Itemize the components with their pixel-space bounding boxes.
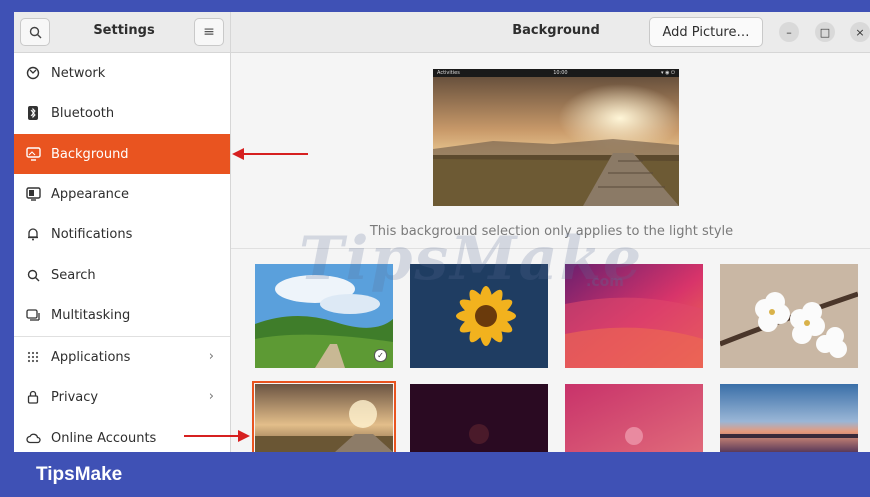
- background-preview: Activities 10:00 ▾ ◉ ⏻: [433, 69, 679, 206]
- bluetooth-icon: [25, 105, 41, 121]
- close-icon: ×: [855, 25, 865, 39]
- wallpaper-image-light-jellyfish: [565, 384, 703, 452]
- footer-banner: TipsMake: [0, 452, 870, 497]
- selected-check-icon: ✓: [374, 349, 387, 362]
- preview-topbar-clock: 10:00: [553, 70, 568, 76]
- wallpaper-image-blossom: [720, 264, 858, 368]
- close-button[interactable]: ×: [850, 22, 870, 42]
- sidebar-item-background[interactable]: Background: [14, 134, 230, 174]
- grid-icon: [25, 349, 41, 365]
- sidebar-item-label: Privacy: [51, 389, 99, 405]
- multitasking-icon: [25, 307, 41, 323]
- sidebar-item-label: Multitasking: [51, 307, 131, 323]
- wallpaper-thumbnail-selected[interactable]: [252, 381, 396, 452]
- wallpaper-image-sunset-path: [255, 384, 393, 452]
- sidebar-header: Settings ≡: [14, 12, 230, 53]
- preview-topbar-activities: Activities: [437, 70, 460, 76]
- monitor-icon: [25, 146, 41, 162]
- palette-icon: [25, 186, 41, 202]
- hamburger-menu-button[interactable]: ≡: [194, 18, 224, 46]
- sidebar-item-label: Notifications: [51, 226, 133, 242]
- wallpaper-thumbnail[interactable]: [720, 264, 858, 368]
- sidebar-item-applications[interactable]: Applications ›: [14, 337, 230, 377]
- maximize-icon: □: [819, 25, 831, 39]
- sidebar-item-multitasking[interactable]: Multitasking: [14, 295, 230, 335]
- arrow-head: [232, 148, 244, 160]
- sidebar: Settings ≡ Network Bluetooth Background: [14, 12, 231, 452]
- footer-brand: TipsMake: [36, 464, 123, 485]
- wallpaper-thumbnail[interactable]: [410, 384, 548, 452]
- search-button[interactable]: [20, 18, 50, 46]
- main-header: Background Add Picture… – □ ×: [231, 12, 870, 53]
- bell-icon: [25, 226, 41, 242]
- sidebar-item-notifications[interactable]: Notifications: [14, 214, 230, 254]
- minimize-icon: –: [786, 25, 792, 39]
- minimize-button[interactable]: –: [779, 22, 799, 42]
- arrow-head: [238, 430, 250, 442]
- preview-image: [433, 69, 679, 206]
- chevron-right-icon: ›: [208, 389, 214, 404]
- sidebar-item-label: Search: [51, 267, 96, 283]
- sidebar-item-search[interactable]: Search: [14, 255, 230, 295]
- wallpaper-image-dark-jellyfish: [410, 384, 548, 452]
- sidebar-title: Settings: [93, 23, 155, 38]
- sidebar-item-label: Applications: [51, 349, 131, 365]
- globe-icon: [25, 65, 41, 81]
- arrow-shaft: [184, 435, 240, 437]
- sidebar-item-appearance[interactable]: Appearance: [14, 174, 230, 214]
- sidebar-item-network[interactable]: Network: [14, 53, 230, 93]
- page-title: Background: [512, 23, 600, 38]
- lock-icon: [25, 389, 41, 405]
- sidebar-item-bluetooth[interactable]: Bluetooth: [14, 93, 230, 133]
- chevron-right-icon: ›: [208, 349, 214, 364]
- preview-topbar: Activities 10:00 ▾ ◉ ⏻: [433, 69, 679, 77]
- add-picture-button[interactable]: Add Picture…: [649, 17, 763, 47]
- sidebar-item-label: Network: [51, 65, 106, 81]
- arrow-shaft: [242, 153, 308, 155]
- sidebar-item-label: Online Accounts: [51, 430, 157, 446]
- settings-window: Settings ≡ Network Bluetooth Background: [14, 12, 870, 452]
- hamburger-icon: ≡: [203, 24, 215, 40]
- maximize-button[interactable]: □: [815, 22, 835, 42]
- watermark-suffix: .com: [586, 274, 624, 290]
- wallpaper-thumbnail[interactable]: [565, 384, 703, 452]
- cloud-icon: [25, 430, 41, 446]
- sidebar-item-privacy[interactable]: Privacy ›: [14, 377, 230, 417]
- preview-topbar-status-icons: ▾ ◉ ⏻: [660, 70, 675, 76]
- search-icon: [29, 26, 41, 38]
- sidebar-item-label: Background: [51, 146, 129, 162]
- sidebar-item-label: Appearance: [51, 186, 130, 202]
- wallpaper-thumbnail[interactable]: [720, 384, 858, 452]
- sidebar-item-label: Bluetooth: [51, 105, 115, 121]
- wallpaper-image-lake-sunset: [720, 384, 858, 452]
- search-icon: [25, 267, 41, 283]
